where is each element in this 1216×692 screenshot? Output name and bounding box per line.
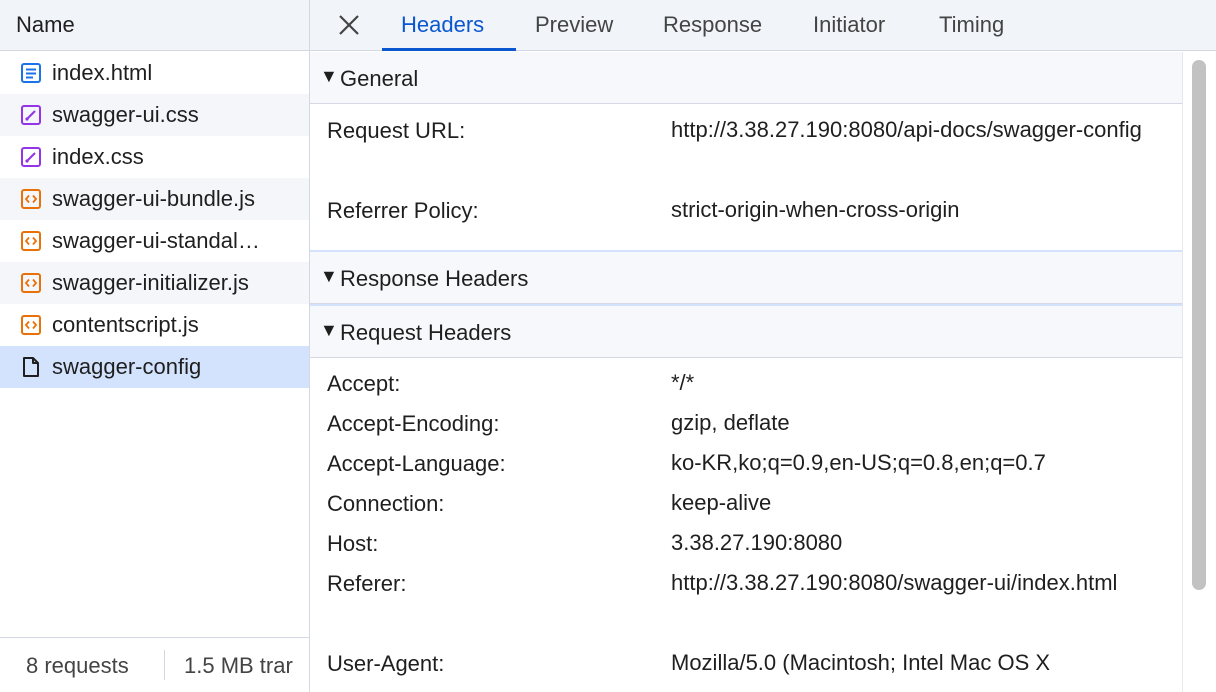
- request-name: swagger-initializer.js: [52, 270, 249, 295]
- header-value: 3.38.27.190:8080: [671, 530, 843, 555]
- script-icon: [21, 231, 41, 251]
- section-title: General: [340, 66, 419, 91]
- headers-content: ▼ General Request URL: http://3.38.27.19…: [310, 52, 1182, 692]
- request-list-panel: Name index.html swagger-ui.css index.css…: [0, 0, 310, 692]
- tab-headers[interactable]: Headers: [401, 12, 484, 38]
- status-bar: 8 requests 1.5 MB trar: [0, 637, 309, 692]
- header-value: */*: [671, 370, 695, 395]
- script-icon: [21, 189, 41, 209]
- close-icon[interactable]: [336, 12, 362, 38]
- document-icon: [21, 63, 41, 83]
- request-name: swagger-ui-standal…: [52, 228, 260, 253]
- header-key: Accept:: [327, 371, 401, 396]
- request-row-swagger-ui-css[interactable]: swagger-ui.css: [0, 94, 309, 136]
- expanded-triangle-icon: ▼: [320, 320, 338, 340]
- header-value: keep-alive: [671, 490, 772, 515]
- header-value: gzip, deflate: [671, 410, 790, 435]
- request-name: swagger-config: [52, 354, 202, 379]
- expanded-triangle-icon: ▼: [320, 266, 338, 286]
- request-count: 8 requests: [26, 653, 129, 678]
- request-name: index.html: [52, 60, 153, 85]
- vertical-scrollbar[interactable]: [1182, 52, 1216, 692]
- active-tab-indicator: [382, 48, 516, 51]
- header-key: Request URL:: [327, 118, 466, 143]
- stylesheet-icon: [21, 147, 41, 167]
- header-key: Host:: [327, 531, 379, 556]
- header-key: Referer:: [327, 571, 407, 596]
- request-row-swagger-ui-standalone[interactable]: swagger-ui-standal…: [0, 220, 309, 262]
- tab-preview[interactable]: Preview: [535, 12, 613, 38]
- header-value: http://3.38.27.190:8080/api-docs/swagger…: [671, 117, 1142, 142]
- request-detail-panel: Headers Preview Response Initiator Timin…: [310, 0, 1216, 692]
- header-key: Referrer Policy:: [327, 198, 479, 223]
- header-key: User-Agent:: [327, 651, 445, 676]
- request-list: index.html swagger-ui.css index.css swag…: [0, 52, 309, 388]
- header-value: Mozilla/5.0 (Macintosh; Intel Mac OS X: [671, 650, 1051, 675]
- request-row-swagger-config[interactable]: swagger-config: [0, 346, 309, 388]
- transfer-size: 1.5 MB trar: [184, 653, 293, 678]
- header-value: ko-KR,ko;q=0.9,en-US;q=0.8,en;q=0.7: [671, 450, 1046, 475]
- request-name: index.css: [52, 144, 144, 169]
- header-key: Connection:: [327, 491, 445, 516]
- response-headers-section-header[interactable]: ▼ Response Headers: [310, 252, 1182, 304]
- request-row-index-css[interactable]: index.css: [0, 136, 309, 178]
- section-title: Request Headers: [340, 320, 512, 345]
- name-column-header[interactable]: Name: [0, 0, 309, 51]
- request-row-contentscript-js[interactable]: contentscript.js: [0, 304, 309, 346]
- stylesheet-icon: [21, 105, 41, 125]
- script-icon: [21, 273, 41, 293]
- name-column-label: Name: [16, 12, 75, 37]
- expanded-triangle-icon: ▼: [320, 66, 338, 86]
- scrollbar-thumb[interactable]: [1192, 60, 1206, 590]
- file-icon: [23, 357, 39, 377]
- general-section-header[interactable]: ▼ General: [310, 52, 1182, 104]
- tab-timing[interactable]: Timing: [939, 12, 1004, 38]
- request-row-swagger-ui-bundle-js[interactable]: swagger-ui-bundle.js: [0, 178, 309, 220]
- request-name: contentscript.js: [52, 312, 199, 337]
- detail-tab-bar: Headers Preview Response Initiator Timin…: [310, 0, 1216, 51]
- section-title: Response Headers: [340, 266, 529, 291]
- request-row-index-html[interactable]: index.html: [0, 52, 309, 94]
- header-value: http://3.38.27.190:8080/swagger-ui/index…: [671, 570, 1118, 595]
- request-row-swagger-initializer-js[interactable]: swagger-initializer.js: [0, 262, 309, 304]
- script-icon: [21, 315, 41, 335]
- request-name: swagger-ui.css: [52, 102, 199, 127]
- header-key: Accept-Encoding:: [327, 411, 500, 436]
- tab-response[interactable]: Response: [663, 12, 762, 38]
- request-headers-section-header[interactable]: ▼ Request Headers: [310, 306, 1182, 358]
- tab-initiator[interactable]: Initiator: [813, 12, 885, 38]
- header-key: Accept-Language:: [327, 451, 506, 476]
- header-value: strict-origin-when-cross-origin: [671, 197, 960, 222]
- request-name: swagger-ui-bundle.js: [52, 186, 255, 211]
- status-divider: [164, 650, 165, 680]
